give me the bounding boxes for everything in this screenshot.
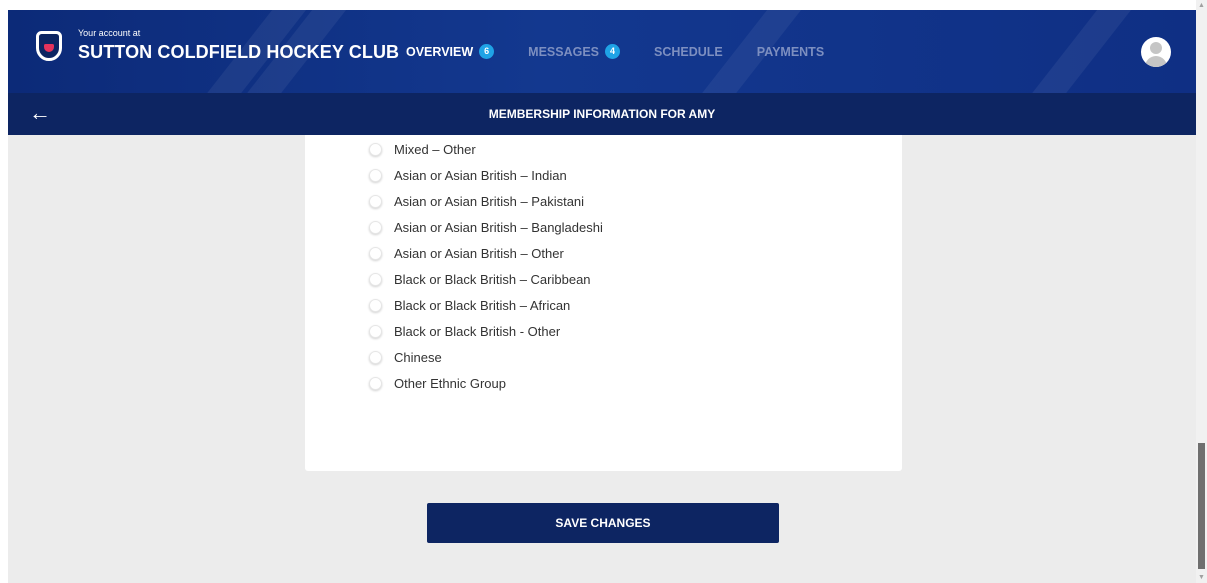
- ethnicity-option-label: Asian or Asian British – Other: [394, 246, 564, 261]
- nav-messages-label: MESSAGES: [528, 44, 600, 59]
- nav-schedule-label: SCHEDULE: [654, 44, 723, 59]
- ethnicity-option-label: Asian or Asian British – Indian: [394, 168, 567, 183]
- page-scrollbar[interactable]: ▲ ▼: [1196, 0, 1207, 583]
- ethnicity-option-label: Chinese: [394, 350, 442, 365]
- avatar-body-shape: [1145, 56, 1167, 67]
- ethnicity-option-label: Mixed – Other: [394, 142, 476, 157]
- ethnicity-option-label: Black or Black British – Caribbean: [394, 272, 591, 287]
- page-title-bar: ← MEMBERSHIP INFORMATION FOR AMY: [8, 93, 1196, 135]
- ethnicity-option[interactable]: Asian or Asian British – Bangladeshi: [369, 220, 603, 235]
- overview-count-badge: 6: [479, 44, 495, 59]
- scrollbar-thumb[interactable]: [1198, 443, 1205, 569]
- nav-schedule[interactable]: SCHEDULE: [654, 45, 723, 59]
- radio-button[interactable]: [369, 195, 382, 208]
- top-navigation-bar: Your account at SUTTON COLDFIELD HOCKEY …: [8, 10, 1196, 93]
- radio-button[interactable]: [369, 143, 382, 156]
- main-nav: OVERVIEW 6 MESSAGES 4 SCHEDULE PAYMENTS: [406, 44, 858, 59]
- page-title: MEMBERSHIP INFORMATION FOR AMY: [488, 107, 716, 121]
- ethnicity-option[interactable]: Asian or Asian British – Other: [369, 246, 564, 261]
- user-avatar[interactable]: [1141, 37, 1171, 67]
- save-changes-button[interactable]: SAVE CHANGES: [427, 503, 779, 543]
- ethnicity-form-card: Mixed – Other Asian or Asian British – I…: [305, 135, 902, 471]
- ethnicity-option-label: Asian or Asian British – Pakistani: [394, 194, 585, 209]
- ethnicity-option[interactable]: Chinese: [369, 350, 442, 365]
- radio-button[interactable]: [369, 325, 382, 338]
- account-at-label: Your account at: [78, 28, 141, 38]
- ethnicity-option-label: Black or Black British - Other: [394, 324, 561, 339]
- ethnicity-option-label: Black or Black British – African: [394, 298, 571, 313]
- ethnicity-option[interactable]: Black or Black British – Caribbean: [369, 272, 591, 287]
- nav-payments-label: PAYMENTS: [756, 44, 825, 59]
- nav-overview-label: OVERVIEW: [406, 44, 474, 59]
- nav-payments[interactable]: PAYMENTS: [757, 45, 824, 59]
- radio-button[interactable]: [369, 221, 382, 234]
- scroll-up-icon[interactable]: ▲: [1198, 2, 1205, 9]
- decorative-stripe: [1003, 10, 1147, 93]
- app-window: Your account at SUTTON COLDFIELD HOCKEY …: [8, 10, 1196, 583]
- ethnicity-option[interactable]: Black or Black British – African: [369, 298, 570, 313]
- radio-button[interactable]: [369, 169, 382, 182]
- radio-button[interactable]: [369, 247, 382, 260]
- radio-button[interactable]: [369, 351, 382, 364]
- ethnicity-option[interactable]: Mixed – Other: [369, 142, 476, 157]
- scroll-down-icon[interactable]: ▼: [1198, 574, 1205, 581]
- club-brand[interactable]: Your account at SUTTON COLDFIELD HOCKEY …: [36, 28, 399, 63]
- club-shield-logo-icon: [36, 30, 62, 61]
- avatar-head-shape: [1150, 42, 1162, 54]
- ethnicity-option[interactable]: Asian or Asian British – Indian: [369, 168, 567, 183]
- ethnicity-option[interactable]: Other Ethnic Group: [369, 376, 506, 391]
- ethnicity-option-label: Other Ethnic Group: [394, 376, 506, 391]
- radio-button[interactable]: [369, 377, 382, 390]
- radio-button[interactable]: [369, 299, 382, 312]
- ethnicity-option-label: Asian or Asian British – Bangladeshi: [394, 220, 603, 235]
- ethnicity-option[interactable]: Black or Black British - Other: [369, 324, 560, 339]
- nav-messages[interactable]: MESSAGES 4: [528, 44, 621, 59]
- messages-count-badge: 4: [605, 44, 621, 59]
- ethnicity-option[interactable]: Asian or Asian British – Pakistani: [369, 194, 584, 209]
- nav-overview[interactable]: OVERVIEW 6: [406, 44, 495, 59]
- radio-button[interactable]: [369, 273, 382, 286]
- club-name: SUTTON COLDFIELD HOCKEY CLUB: [78, 42, 400, 62]
